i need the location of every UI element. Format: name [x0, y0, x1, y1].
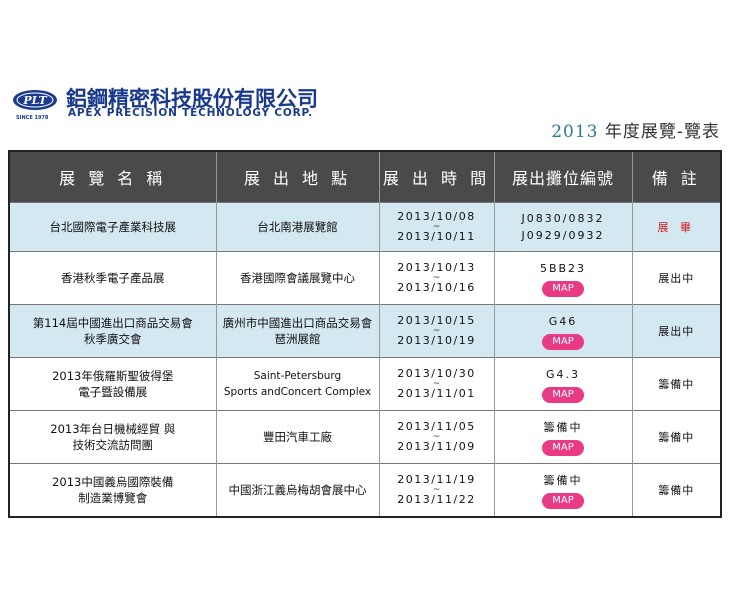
- name-line: 技術交流訪問團: [72, 438, 154, 453]
- venue-line: 香港國際會議展覽中心: [240, 271, 355, 286]
- status-badge: 展出中: [658, 271, 695, 285]
- name-line: 制造業博覽會: [78, 491, 148, 506]
- cell-booth: 5BB23 MAP: [494, 251, 633, 305]
- end-date: 2013/10/16: [397, 281, 476, 295]
- cell-note: 籌備中: [632, 357, 720, 411]
- map-button[interactable]: MAP: [542, 439, 584, 456]
- status-badge: 籌備中: [658, 430, 695, 444]
- cell-name: 香港秋季電子產品展: [10, 251, 217, 305]
- table-row: 2013中國義烏國際裝備 制造業博覽會 中國浙江義烏梅胡會展中心 2013/11/1…: [10, 463, 720, 516]
- cell-note: 展出中: [632, 304, 720, 358]
- venue-line: Saint-Petersburg: [253, 370, 342, 383]
- end-date: 2013/10/19: [397, 334, 476, 348]
- venue-line: 琶洲展館: [274, 332, 321, 347]
- cell-name: 第114屆中國進出口商品交易會 秋季廣交會: [10, 304, 217, 358]
- table-header-row: 展 覽 名 稱 展 出 地 點 展 出 時 間 展出攤位編號 備 註: [10, 152, 720, 203]
- booth-line: J0830/0832: [521, 212, 605, 226]
- cell-venue: 香港國際會議展覽中心: [216, 251, 380, 305]
- since-text: SINCE 1978: [16, 115, 49, 121]
- cell-time: 2013/10/15 ~ 2013/10/19: [379, 304, 495, 358]
- map-button[interactable]: MAP: [542, 386, 584, 403]
- name-line: 電子暨設備展: [78, 385, 148, 400]
- header-time: 展 出 時 間: [379, 152, 495, 203]
- venue-line: 台北南港展覽館: [257, 220, 338, 235]
- cell-name: 2013中國義烏國際裝備 制造業博覽會: [10, 463, 217, 516]
- status-badge: 展出中: [658, 324, 695, 338]
- end-date: 2013/11/09: [397, 440, 476, 454]
- title-text: 年度展覽-覽表: [604, 122, 720, 142]
- end-date: 2013/11/01: [397, 387, 476, 401]
- company-logo: PLT SINCE 1978 鋁鋼精密科技股份有限公司 APEX PRECISI…: [12, 85, 332, 125]
- page-title: 2013 年度展覽-覽表: [551, 117, 720, 142]
- map-button[interactable]: MAP: [542, 333, 584, 350]
- cell-name: 2013年台日機械經貿 與技術交流訪問團: [10, 410, 217, 464]
- table-row: 2013年台日機械經貿 與技術交流訪問團 豐田汽車工廠 2013/11/05 ~ …: [10, 410, 720, 464]
- cell-note: 展出中: [632, 251, 720, 305]
- cell-time: 2013/10/30 ~ 2013/11/01: [379, 357, 495, 411]
- exhibition-table: 展 覽 名 稱 展 出 地 點 展 出 時 間 展出攤位編號 備 註 台北國際電…: [8, 150, 722, 518]
- cell-time: 2013/11/19 ~ 2013/11/22: [379, 463, 495, 516]
- booth-line: G4.3: [545, 367, 581, 381]
- end-date: 2013/10/11: [397, 230, 476, 244]
- name-line: 秋季廣交會: [84, 332, 142, 347]
- cell-venue: 廣州市中國進出口商品交易會 琶洲展館: [216, 304, 380, 358]
- cell-name: 2013年俄羅斯聖彼得堡 電子暨設備展: [10, 357, 217, 411]
- venue-line: 廣州市中國進出口商品交易會: [222, 316, 373, 331]
- cell-venue: 台北南港展覽館: [216, 201, 380, 252]
- name-line: 2013年俄羅斯聖彼得堡: [52, 369, 174, 384]
- cell-booth: G4.3 MAP: [494, 357, 633, 411]
- map-button[interactable]: MAP: [542, 492, 584, 509]
- title-year: 2013: [551, 122, 599, 142]
- cell-venue: 豐田汽車工廠: [216, 410, 380, 464]
- name-line: 台北國際電子產業科技展: [49, 220, 177, 235]
- table-row: 台北國際電子產業科技展 台北南港展覽館 2013/10/08 ~ 2013/10/…: [10, 201, 720, 252]
- cell-venue: 中國浙江義烏梅胡會展中心: [216, 463, 380, 516]
- cell-booth: 籌備中 MAP: [494, 463, 633, 516]
- cell-booth: J0830/0832 J0929/0932: [494, 201, 633, 252]
- name-line: 2013中國義烏國際裝備: [52, 475, 174, 490]
- header-name: 展 覽 名 稱: [10, 152, 217, 203]
- plt-badge-icon: PLT: [13, 90, 57, 110]
- venue-line: 豐田汽車工廠: [263, 430, 332, 445]
- name-line: 第114屆中國進出口商品交易會: [32, 316, 193, 331]
- cell-time: 2013/10/13 ~ 2013/10/16: [379, 251, 495, 305]
- cell-time: 2013/11/05 ~ 2013/11/09: [379, 410, 495, 464]
- cell-note: 籌備中: [632, 463, 720, 516]
- end-date: 2013/11/22: [397, 493, 476, 507]
- cell-venue: Saint-Petersburg Sports andConcert Comple…: [216, 357, 380, 411]
- status-badge: 展 畢: [657, 220, 695, 234]
- cell-note: 展 畢: [632, 201, 720, 252]
- table-row: 2013年俄羅斯聖彼得堡 電子暨設備展 Saint-Petersburg Sports…: [10, 357, 720, 411]
- name-line: 香港秋季電子產品展: [61, 271, 165, 286]
- map-button[interactable]: MAP: [542, 280, 584, 297]
- cell-booth: 籌備中 MAP: [494, 410, 633, 464]
- booth-line: 5BB23: [539, 261, 587, 275]
- name-line: 2013年台日機械經貿 與: [50, 422, 176, 437]
- cell-time: 2013/10/08 ~ 2013/10/11: [379, 201, 495, 252]
- company-name-en: APEX PRECISION TECHNOLOGY CORP.: [68, 107, 313, 119]
- header-venue: 展 出 地 點: [216, 152, 380, 203]
- cell-booth: G46 MAP: [494, 304, 633, 358]
- status-badge: 籌備中: [658, 377, 695, 391]
- status-badge: 籌備中: [658, 483, 695, 497]
- cell-note: 籌備中: [632, 410, 720, 464]
- table-row: 香港秋季電子產品展 香港國際會議展覽中心 2013/10/13 ~ 2013/10…: [10, 251, 720, 305]
- venue-line: 中國浙江義烏梅胡會展中心: [228, 483, 367, 498]
- table-row: 第114屆中國進出口商品交易會 秋季廣交會 廣州市中國進出口商品交易會 琶洲展館 20…: [10, 304, 720, 358]
- cell-name: 台北國際電子產業科技展: [10, 201, 217, 252]
- booth-line: G46: [548, 314, 578, 328]
- booth-line: 籌備中: [543, 420, 583, 434]
- venue-line: Sports andConcert Complex: [223, 386, 372, 399]
- booth-line: 籌備中: [543, 473, 583, 487]
- header-booth: 展出攤位編號: [494, 152, 633, 203]
- booth-line: J0929/0932: [521, 229, 605, 243]
- badge-text: PLT: [22, 94, 47, 107]
- header-note: 備 註: [632, 152, 720, 203]
